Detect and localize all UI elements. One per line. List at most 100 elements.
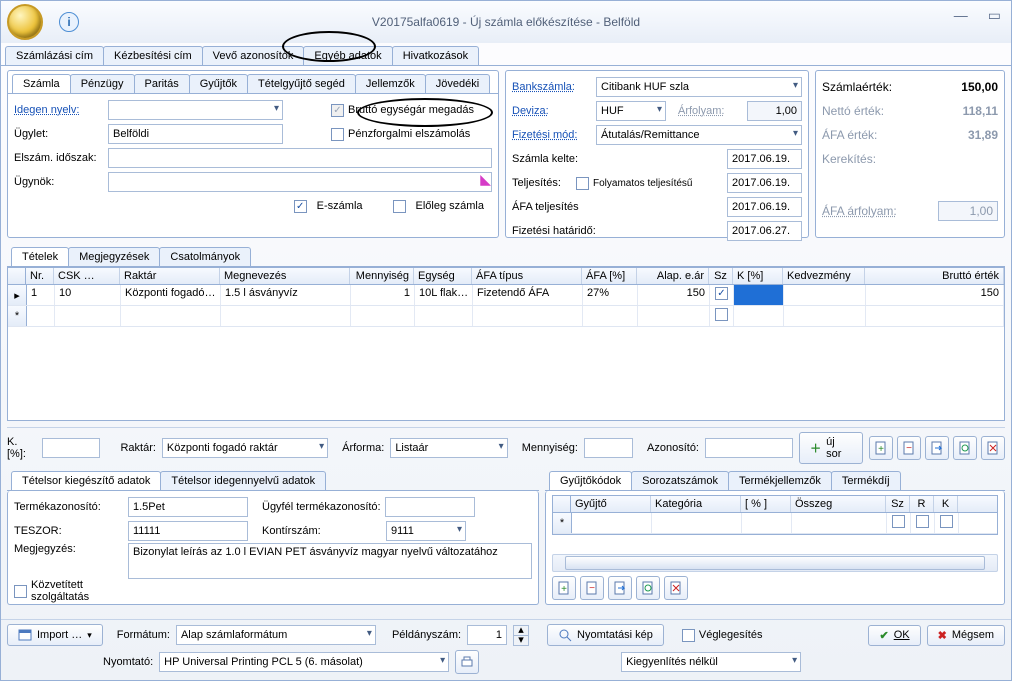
peldanyszam-field[interactable]: 1 [467,625,507,645]
spin-down-icon[interactable]: ▾ [514,636,528,645]
sz-checkbox-new[interactable] [715,308,728,321]
teljesites-field[interactable]: 2017.06.19. [727,173,802,193]
col-sz2[interactable]: Sz [886,496,910,512]
gy-export-icon[interactable] [608,576,632,600]
cell-brutto[interactable]: 150 [866,285,1004,305]
tab-szamlazasi-cim[interactable]: Számlázási cím [5,46,104,65]
grid-col-nr[interactable]: Nr. [26,268,54,284]
doc-remove-icon[interactable]: − [897,436,921,460]
grid-col-egyseg[interactable]: Egység [414,268,472,284]
bankszamla-combo[interactable]: Citibank HUF szla [596,77,802,97]
grid-col-alapear[interactable]: Alap. e.ár [637,268,709,284]
col-r[interactable]: R [910,496,934,512]
tab-szamla[interactable]: Számla [12,74,71,93]
doc-add-icon[interactable]: + [869,436,893,460]
nyomtatasi-kep-button[interactable]: Nyomtatási kép [547,624,664,646]
teszor-field[interactable]: 11111 [128,521,248,541]
tab-penzugy[interactable]: Pénzügy [70,74,135,93]
info-icon[interactable]: i [59,12,79,32]
cell-sz[interactable] [710,285,734,305]
folyamatos-checkbox[interactable] [576,177,589,190]
tab-tetelek[interactable]: Tételek [11,247,69,266]
kontir-combo[interactable]: 9111 [386,521,466,541]
tab-megjegyzesek[interactable]: Megjegyzések [68,247,160,266]
eloleg-checkbox[interactable] [393,200,406,213]
szamla-kelte-field[interactable]: 2017.06.19. [727,149,802,169]
cell-mennyiseg[interactable]: 1 [351,285,415,305]
grid-col-csk[interactable]: CSK … [54,268,120,284]
chk-r[interactable] [916,515,929,528]
ugylet-field[interactable]: Belföldi [108,124,283,144]
tab-jovedeki[interactable]: Jövedéki [425,74,490,93]
gy-refresh-icon[interactable] [636,576,660,600]
arforma-combo[interactable]: Listaár [390,438,507,458]
tab-paritas[interactable]: Paritás [134,74,190,93]
grid-col-raktar[interactable]: Raktár [120,268,220,284]
grid-col-afatipus[interactable]: ÁFA típus [472,268,582,284]
grid-col-brutto[interactable]: Bruttó érték [865,268,1004,284]
cell-afatipus[interactable]: Fizetendő ÁFA [473,285,583,305]
tab-tetelsor-idegen[interactable]: Tételsor idegennyelvű adatok [160,471,326,490]
tab-kezbesitesi-cim[interactable]: Kézbesítési cím [103,46,203,65]
import-button[interactable]: Import …▾ [7,624,103,646]
tab-tetelgyujto[interactable]: Tételgyűjtő segéd [247,74,356,93]
kiegyenlites-combo[interactable]: Kiegyenlítés nélkül [621,652,801,672]
cell-kedvezmeny[interactable] [784,285,866,305]
idegen-nyelv-combo[interactable] [108,100,283,120]
deviza-label[interactable]: Deviza: [512,105,592,117]
elszam-field[interactable] [108,148,492,168]
col-gyujto[interactable]: Gyűjtő [571,496,651,512]
tab-sorozatszamok[interactable]: Sorozatszámok [631,471,729,490]
grid-col-kedvezmeny[interactable]: Kedvezmény [783,268,865,284]
tab-termekdij[interactable]: Termékdíj [831,471,901,490]
tab-jellemzok[interactable]: Jellemzők [355,74,426,93]
tab-termekjellemzok[interactable]: Termékjellemzők [728,471,832,490]
chk-k[interactable] [940,515,953,528]
chk-sz2[interactable] [892,515,905,528]
fizetesimod-combo[interactable]: Átutalás/Remittance [596,125,802,145]
grid-col-megnevezes[interactable]: Megnevezés [220,268,350,284]
afateljesites-field[interactable]: 2017.06.19. [727,197,802,217]
cell-egyseg[interactable]: 10L flak… [415,285,473,305]
tab-gyujtok[interactable]: Gyűjtők [189,74,248,93]
idegen-nyelv-label[interactable]: Idegen nyelv: [14,104,104,116]
col-k[interactable]: K [934,496,958,512]
table-row[interactable]: ▸ 1 10 Központi fogadó… 1.5 l ásványvíz … [8,285,1004,306]
items-grid[interactable]: Nr. CSK … Raktár Megnevezés Mennyiség Eg… [7,267,1005,421]
gy-add-icon[interactable]: + [552,576,576,600]
eszamla-checkbox[interactable] [294,200,307,213]
col-osszeg[interactable]: Összeg [791,496,886,512]
gy-delete-icon[interactable] [664,576,688,600]
h-scrollbar[interactable] [552,554,998,572]
row-selector-icon[interactable]: ▸ [8,285,27,305]
azonosito-field[interactable] [705,438,793,458]
sz-checkbox[interactable] [715,287,728,300]
dropdown-marker-icon[interactable]: ◣ [480,171,491,188]
mennyiseg-field[interactable] [584,438,633,458]
cell-afaszaz[interactable]: 27% [583,285,638,305]
minimize-icon[interactable]: — [954,7,968,24]
grid-col-sz[interactable]: Sz [709,268,733,284]
maximize-icon[interactable]: ▭ [988,7,1001,24]
cell-alapear[interactable]: 150 [638,285,710,305]
col-percent[interactable]: [ % ] [741,496,791,512]
new-row-icon[interactable]: * [553,513,572,533]
grid-col-mennyiseg[interactable]: Mennyiség [350,268,414,284]
ugyfeltermekaz-field[interactable] [385,497,475,517]
doc-delete-icon[interactable] [981,436,1005,460]
ugynok-field[interactable]: ◣ [108,172,492,192]
col-kategoria[interactable]: Kategória [651,496,741,512]
penzforgalmi-checkbox[interactable] [331,128,344,141]
tab-tetelsor-kieg[interactable]: Tételsor kiegészítő adatok [11,471,161,490]
arfolyam-label[interactable]: Árfolyam: [678,105,724,117]
grid-col-kszaz[interactable]: K [%] [733,268,783,284]
afa-arfolyam-label[interactable]: ÁFA árfolyam: [822,204,897,218]
new-row-icon[interactable]: * [8,306,27,326]
termekaz-field[interactable]: 1.5Pet [128,497,248,517]
tab-csatolmanyok[interactable]: Csatolmányok [159,247,251,266]
tab-gyujtokodok[interactable]: Gyűjtőkódok [549,471,632,490]
cell-kszaz[interactable] [734,285,784,305]
cell-raktar[interactable]: Központi fogadó… [121,285,221,305]
kozvetitett-checkbox[interactable] [14,585,27,598]
tab-hivatkozasok[interactable]: Hivatkozások [392,46,479,65]
